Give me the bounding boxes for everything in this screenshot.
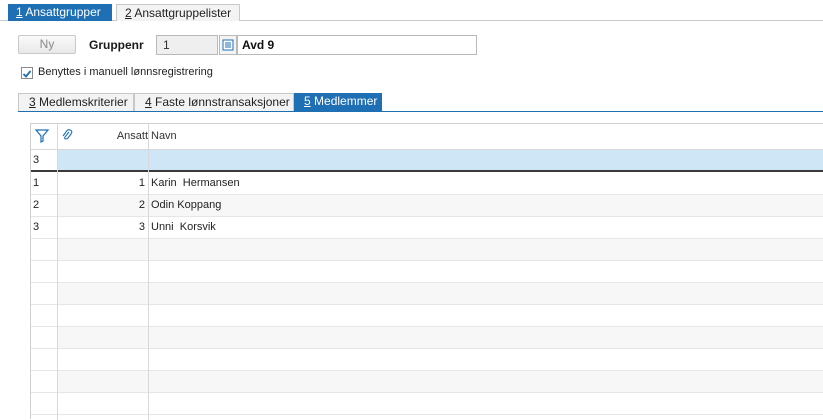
cell-ansatt: 3 [138, 221, 145, 233]
row-number-cell [31, 283, 58, 304]
members-grid: Ansatt Navn 3 1 1 Karin Hermansen 2 2 Od… [30, 123, 823, 420]
empty-row [31, 261, 823, 283]
column-header-navn[interactable]: Navn [151, 124, 177, 148]
group-number-label: Gruppenr [89, 38, 144, 52]
attachment-icon[interactable] [61, 129, 73, 146]
tab-medlemmer[interactable]: 5 Medlemmer [294, 93, 382, 111]
tab-key: 4 [145, 95, 152, 109]
empty-row [31, 305, 823, 327]
tab-medlemskriterier[interactable]: 3 Medlemskriterier [18, 93, 134, 111]
inner-tab-strip: 3 Medlemskriterier 4 Faste lønnstransaks… [0, 90, 823, 112]
manual-payroll-checkbox[interactable] [21, 67, 33, 79]
manual-payroll-label: Benyttes i manuell lønnsregistrering [38, 66, 213, 78]
grid-header: Ansatt Navn [31, 124, 823, 150]
row-number-cell [31, 239, 58, 260]
tab-label: Medlemskriterier [35, 95, 128, 109]
tab-faste-lonnstransaksjoner[interactable]: 4 Faste lønnstransaksjoner [134, 93, 294, 111]
inner-tab-baseline [18, 111, 823, 112]
empty-row [31, 371, 823, 393]
cell-ansatt: 2 [138, 199, 145, 211]
empty-row [31, 283, 823, 305]
row-number-cell [31, 371, 58, 392]
cell-ansatt: 1 [138, 177, 145, 189]
new-button[interactable]: Ny [18, 35, 76, 54]
empty-row [31, 327, 823, 349]
table-row[interactable]: 2 2 Odin Koppang [31, 195, 823, 217]
empty-row [31, 239, 823, 261]
table-row[interactable]: 3 3 Unni Korsvik [31, 217, 823, 239]
group-number-field[interactable]: 1 [156, 35, 218, 55]
tab-label: Ansattgrupper [22, 5, 101, 19]
cell-navn: Unni Korsvik [151, 221, 216, 233]
lookup-list-icon[interactable] [219, 35, 237, 55]
column-divider [148, 124, 149, 420]
column-header-ansatt[interactable]: Ansatt [79, 124, 148, 148]
filter-icon[interactable] [34, 129, 50, 146]
cell-navn: Karin Hermansen [151, 177, 240, 189]
tab-label: Faste lønnstransaksjoner [151, 95, 290, 109]
table-row[interactable]: 1 1 Karin Hermansen [31, 173, 823, 195]
tab-ansattgrupper[interactable]: 1 Ansattgrupper [8, 4, 112, 21]
checkmark-icon [22, 70, 32, 78]
empty-row [31, 393, 823, 415]
top-tab-strip: 1 Ansattgrupper 2 Ansattgruppelister [0, 0, 823, 21]
row-number: 3 [33, 221, 40, 233]
filter-row-count: 3 [33, 154, 40, 166]
group-name-field[interactable]: Avd 9 [237, 35, 477, 55]
column-divider [57, 124, 58, 420]
row-number: 1 [33, 177, 40, 189]
tab-label: Medlemmer [310, 94, 378, 108]
tab-ansattgruppelister[interactable]: 2 Ansattgruppelister [116, 4, 240, 21]
tab-key: 2 [125, 6, 132, 20]
filter-row[interactable]: 3 [31, 150, 823, 172]
tab-key: 5 [304, 94, 311, 108]
row-number: 2 [33, 199, 40, 211]
row-number-cell [31, 327, 58, 348]
tab-key: 1 [16, 5, 23, 19]
tab-label: Ansattgruppelister [131, 6, 232, 20]
tab-key: 3 [29, 95, 36, 109]
cell-navn: Odin Koppang [151, 199, 222, 211]
empty-row [31, 349, 823, 371]
